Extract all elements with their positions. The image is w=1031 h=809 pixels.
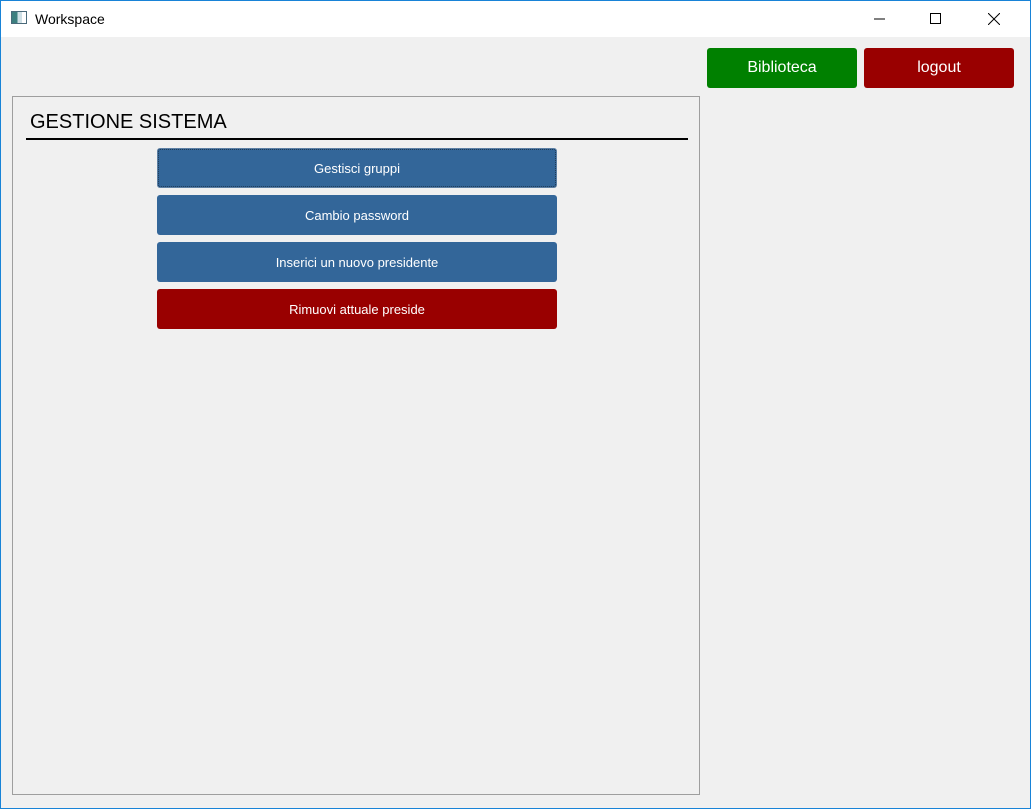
biblioteca-button[interactable]: Biblioteca — [707, 48, 857, 88]
main-area: Biblioteca logout GESTIONE SISTEMA Gesti… — [1, 37, 1030, 808]
insert-president-button[interactable]: Inserici un nuovo presidente — [157, 242, 557, 282]
logout-button[interactable]: logout — [864, 48, 1014, 88]
app-window-icon — [11, 11, 27, 24]
title-bar[interactable]: Workspace — [1, 1, 1030, 37]
remove-president-button[interactable]: Rimuovi attuale preside — [157, 289, 557, 329]
panel-title: GESTIONE SISTEMA — [30, 111, 227, 133]
app-window: Workspace Biblioteca logout GESTIONE SIS… — [0, 0, 1031, 809]
minimize-button[interactable] — [857, 1, 903, 37]
maximize-button[interactable] — [913, 1, 959, 37]
close-icon — [988, 13, 1000, 25]
system-management-panel: GESTIONE SISTEMA Gestisci gruppi Cambio … — [12, 96, 700, 795]
minimize-icon — [874, 18, 885, 20]
maximize-icon — [930, 13, 941, 24]
close-button[interactable] — [971, 1, 1017, 37]
change-password-button[interactable]: Cambio password — [157, 195, 557, 235]
title-divider — [26, 138, 688, 140]
window-title: Workspace — [35, 11, 105, 27]
manage-groups-button[interactable]: Gestisci gruppi — [157, 148, 557, 188]
